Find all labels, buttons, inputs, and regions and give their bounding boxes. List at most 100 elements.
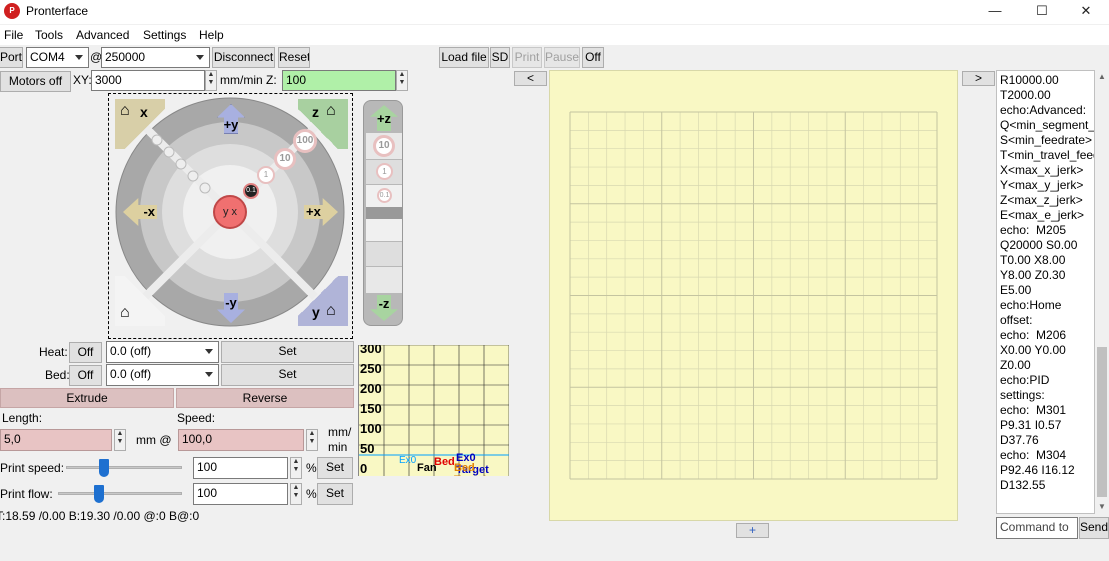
print-flow-set-button[interactable]: Set (317, 483, 353, 505)
home-y-button[interactable]: y ⌂ (298, 276, 348, 326)
title-bar: P Pronterface — ☐ ✕ (0, 0, 1109, 24)
z-speed-spinner[interactable]: ▲ ▼ (396, 70, 408, 91)
heat-temperature-select[interactable]: 0.0 (off) (106, 341, 219, 363)
disconnect-button[interactable]: Disconnect (212, 47, 275, 68)
speed-label: Speed: (177, 411, 216, 425)
command-input[interactable]: Command to (996, 517, 1078, 539)
menu-advanced[interactable]: Advanced (76, 28, 129, 42)
legend-ex0: Ex0 (399, 455, 417, 466)
length-label: Length: (2, 411, 43, 425)
graph-y-axis-ticks: 300 250 200 150 100 50 0 (360, 345, 382, 476)
scrollbar-thumb[interactable] (1097, 347, 1107, 497)
minimize-button[interactable]: — (972, 0, 1018, 24)
send-button[interactable]: Send (1079, 517, 1109, 539)
motors-off-button[interactable]: Motors off (0, 71, 71, 92)
home-icon: ⌂ (326, 302, 336, 319)
collapse-right-button[interactable]: > (962, 71, 995, 86)
z-step-down-0-1-button[interactable] (366, 219, 402, 241)
app-logo-icon: P (4, 3, 20, 19)
print-speed-input[interactable]: 100 (193, 457, 288, 479)
print-flow-input[interactable]: 100 (193, 483, 288, 505)
off-button[interactable]: Off (582, 47, 604, 68)
legend-bed: Bed (434, 456, 455, 468)
speed-unit-mm: mm/ (328, 425, 352, 439)
speed-unit-min: min (328, 440, 348, 454)
home-x-button[interactable]: ⌂ x (115, 99, 165, 149)
z-step-1-label: 1 (376, 163, 393, 180)
step-1-button[interactable]: 1 (257, 166, 275, 184)
z-speed-input[interactable]: 100 (282, 70, 396, 91)
z-step-10-button[interactable]: 10 (366, 133, 402, 159)
xy-speed-input[interactable]: 3000 (91, 70, 205, 91)
menu-tools[interactable]: Tools (35, 28, 63, 42)
extrude-speed-input[interactable]: 100,0 (178, 429, 304, 451)
bed-set-button[interactable]: Set (221, 364, 354, 386)
print-bed-preview[interactable] (549, 70, 958, 521)
menu-help[interactable]: Help (199, 28, 224, 42)
y-tick: 100 (360, 421, 382, 436)
z-step-0-1-label: 0.1 (377, 188, 392, 203)
length-spinner[interactable]: ▲ ▼ (114, 429, 126, 451)
xy-label: XY: (73, 73, 92, 87)
print-flow-slider-thumb[interactable] (93, 485, 104, 503)
temperature-status: T:18.59 /0.00 B:19.30 /0.00 @:0 B@:0 (0, 509, 200, 523)
jog-minus-z-button[interactable]: -z (370, 295, 398, 321)
bed-off-button[interactable]: Off (69, 365, 102, 386)
length-input[interactable]: 5,0 (0, 429, 112, 451)
port-button[interactable]: Port (0, 47, 23, 68)
menu-file[interactable]: File (4, 28, 23, 42)
xy-speed-spinner[interactable]: ▲ ▼ (205, 70, 217, 91)
console-log: R10000.00 T2000.00 echo:Advanced: Q<min_… (996, 70, 1095, 514)
step-10-button[interactable]: 10 (274, 148, 296, 170)
heat-set-button[interactable]: Set (221, 341, 354, 363)
print-flow-spinner[interactable]: ▲ ▼ (290, 483, 302, 505)
close-button[interactable]: ✕ (1063, 0, 1109, 24)
home-y-label: y (312, 304, 320, 320)
center-target-icon: y x (213, 195, 247, 229)
extrude-button[interactable]: Extrude (0, 388, 174, 408)
extrude-speed-spinner[interactable]: ▲ ▼ (306, 429, 318, 451)
print-flow-label: Print flow: (0, 487, 53, 501)
print-speed-label: Print speed: (0, 461, 65, 475)
reset-button[interactable]: Reset (278, 47, 310, 68)
z-step-down-1-button[interactable] (366, 242, 402, 266)
maximize-button[interactable]: ☐ (1019, 0, 1065, 24)
sd-button[interactable]: SD (490, 47, 510, 68)
home-icon: ⌂ (120, 102, 130, 119)
menu-settings[interactable]: Settings (143, 28, 186, 42)
reverse-button[interactable]: Reverse (176, 388, 354, 408)
z-step-0-1-button[interactable]: 0.1 (366, 185, 402, 207)
z-jog-control: +z 10 1 0.1 -z (363, 100, 403, 326)
print-flow-slider[interactable] (58, 492, 182, 495)
step-100-button[interactable]: 100 (293, 129, 317, 153)
z-step-1-button[interactable]: 1 (366, 160, 402, 184)
console-scrollbar[interactable]: ▲ ▼ (1095, 70, 1109, 514)
heat-label: Heat: (39, 345, 68, 359)
z-step-down-10-button[interactable] (366, 267, 402, 293)
y-tick: 200 (360, 381, 382, 396)
home-all-button[interactable]: ⌂ (115, 276, 165, 326)
z-divider (366, 207, 402, 219)
print-speed-slider[interactable] (66, 466, 182, 469)
z-step-10-label: 10 (373, 135, 395, 157)
baud-select[interactable]: 250000 (101, 47, 210, 68)
scroll-up-icon[interactable]: ▲ (1098, 72, 1106, 81)
scroll-down-icon[interactable]: ▼ (1098, 502, 1106, 511)
print-speed-set-button[interactable]: Set (317, 457, 353, 479)
collapse-left-button[interactable]: < (514, 71, 547, 86)
print-speed-slider-thumb[interactable] (99, 459, 110, 477)
y-tick: 300 (360, 345, 382, 356)
bed-grid (569, 111, 938, 480)
print-speed-spinner[interactable]: ▲ ▼ (290, 457, 302, 479)
jog-plus-z-button[interactable]: +z (370, 105, 398, 131)
bed-label: Bed: (45, 368, 70, 382)
xy-jog-control: ⌂ x z ⌂ ⌂ y ⌂ +y -y -x +x 100 10 1 0.1 y… (108, 93, 353, 339)
add-view-button[interactable]: + (736, 523, 769, 538)
bed-temperature-select[interactable]: 0.0 (off) (106, 364, 219, 386)
load-file-button[interactable]: Load file (439, 47, 489, 68)
step-0-1-button[interactable]: 0.1 (243, 183, 259, 199)
print-button[interactable]: Print (512, 47, 542, 68)
heat-off-button[interactable]: Off (69, 342, 102, 363)
pause-button[interactable]: Pause (544, 47, 580, 68)
port-select[interactable]: COM4 (26, 47, 89, 68)
